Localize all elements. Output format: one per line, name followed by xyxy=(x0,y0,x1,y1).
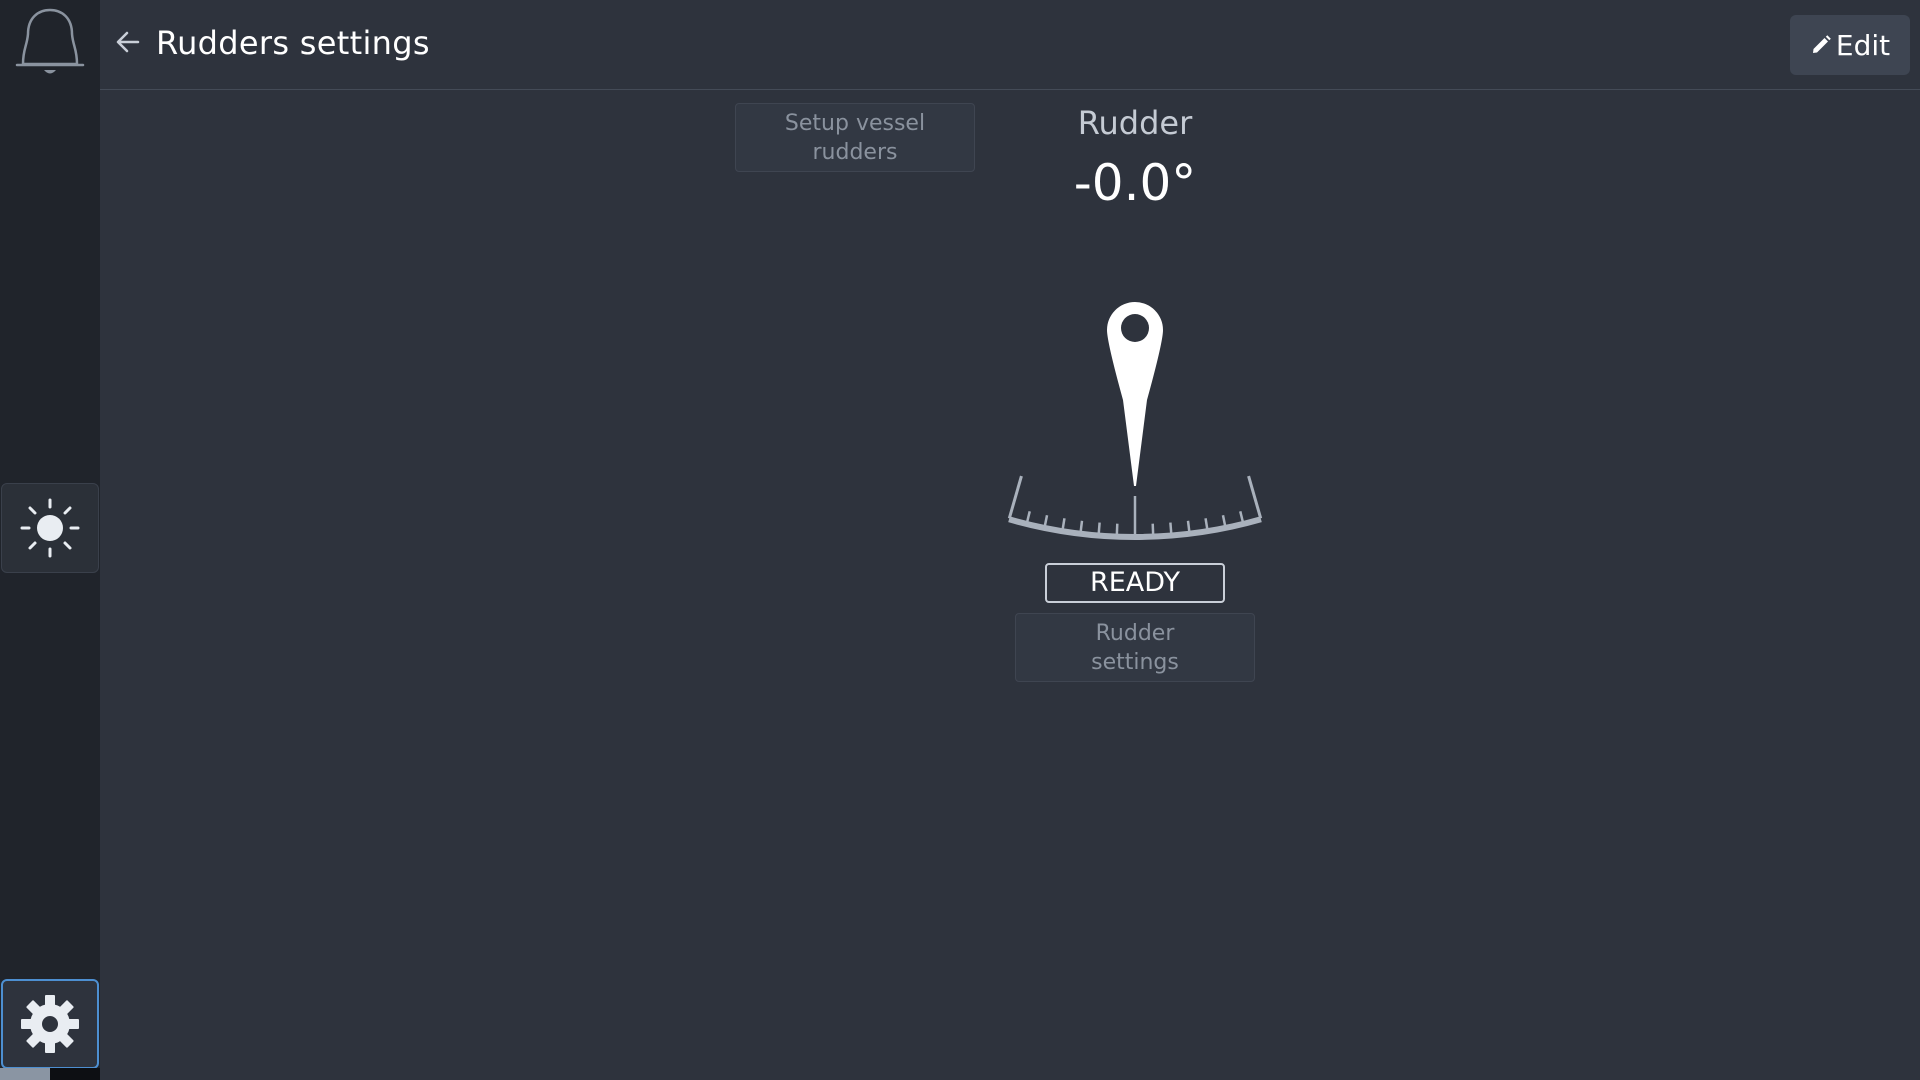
brightness-button[interactable] xyxy=(1,483,99,573)
header: Rudders settings Edit xyxy=(100,0,1920,90)
page-title: Rudders settings xyxy=(156,24,430,62)
scale-tick xyxy=(1079,520,1084,533)
rudder-label: Rudder xyxy=(1077,104,1193,142)
rudder-settings-button[interactable]: Rudder settings xyxy=(1015,613,1255,682)
scale-tick xyxy=(1061,518,1066,531)
pencil-icon xyxy=(1812,35,1831,53)
scale-tick xyxy=(1007,475,1023,519)
settings-nav-button[interactable] xyxy=(1,979,99,1069)
status-strip xyxy=(0,1068,50,1080)
rudder-angle-value: -0.0° xyxy=(1073,154,1197,212)
setup-vessel-rudders-button[interactable]: Setup vessel rudders xyxy=(735,103,975,172)
status-strip-dark xyxy=(50,1068,100,1080)
rudder-status: READY xyxy=(1045,563,1225,603)
edit-button[interactable]: Edit xyxy=(1790,15,1910,75)
edit-label: Edit xyxy=(1835,28,1891,62)
sun-icon xyxy=(20,498,80,558)
sidebar xyxy=(0,0,100,1080)
scale-tick xyxy=(1043,514,1049,528)
scale-tick xyxy=(1169,522,1173,535)
scale-tick xyxy=(1204,518,1209,531)
scale-tick xyxy=(1025,511,1031,524)
scale-tick xyxy=(1221,514,1227,528)
gear-icon xyxy=(21,995,79,1053)
scale-tick xyxy=(1186,520,1191,533)
rudder-needle xyxy=(1107,302,1163,486)
arrow-left-icon[interactable] xyxy=(112,26,144,58)
scale-tick xyxy=(1247,475,1263,519)
scale-tick xyxy=(1097,522,1101,535)
scale-tick xyxy=(1239,511,1245,524)
bell-icon[interactable] xyxy=(11,4,89,78)
rudder-gauge xyxy=(1007,302,1263,540)
